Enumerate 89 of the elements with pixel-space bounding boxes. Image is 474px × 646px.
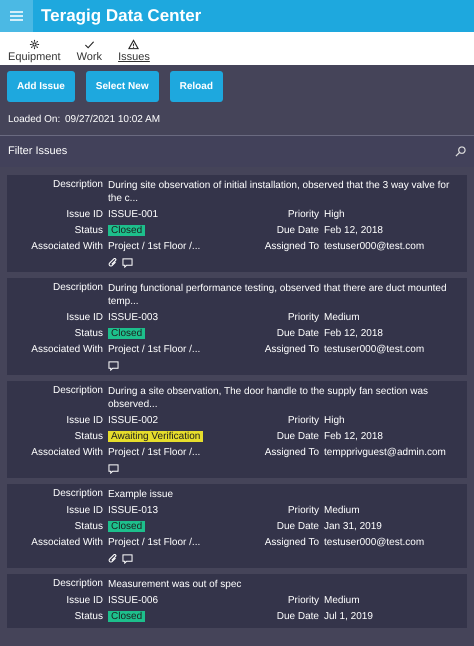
check-icon [84,39,95,50]
field-label: Status [74,520,103,534]
field-label: Associated With [30,240,103,254]
field-label: Issue ID [65,311,103,325]
field-value: Feb 12, 2018 [324,430,384,444]
field-value: testuser000@test.com [324,536,426,550]
field-value: Project / 1st Floor /... [108,446,202,460]
field-label: Status [74,610,103,624]
field-label: Description [52,384,103,398]
status-badge: Closed [108,328,146,339]
paperclip-icon [108,554,118,564]
issue-card[interactable] [7,381,467,478]
nav-tab[interactable]: Equipment [8,39,61,64]
field-value: High [324,414,346,428]
comment-icon [108,360,119,370]
field-value: ISSUE-003 [108,311,160,325]
issue-card[interactable]: Description Measurement was out of spec Issue ID ISSUE-006 Priority Medium Status Closed Due Date Jul 1, 2019 [7,574,467,628]
filter-input[interactable]: Filter Issues [8,143,455,160]
description-text: Measurement was out of spec [108,578,242,592]
field-value: Project / 1st Floor /... [108,240,202,254]
field-label: Associated With [30,446,103,460]
field-label: Description [52,178,103,192]
field-label: Issue ID [65,414,103,428]
field-value: High [324,208,346,222]
search-icon [455,146,466,157]
field-label: Priority [286,311,319,325]
field-label: Issue ID [65,594,103,608]
field-label: Assigned To [264,446,319,460]
field-value: Feb 12, 2018 [324,224,384,238]
field-value: tempprivguest@admin.com [324,446,447,460]
issue-card[interactable] [7,175,467,272]
field-label: Due Date [276,520,319,534]
field-value: ISSUE-013 [108,504,160,518]
field-label: Priority [286,504,319,518]
field-label: Due Date [276,224,319,238]
description-text: Example issue [108,488,174,502]
warning-icon [128,39,140,50]
field-label: Associated With [30,343,103,357]
comment-icon [122,258,133,268]
field-value: Medium [324,311,361,325]
field-value: Medium [324,594,361,608]
field-value: testuser000@test.com [324,240,426,254]
field-value: Project / 1st Floor /... [108,536,202,550]
description-text: During site observation of initial installation, observed that the 3 way valve for the c... [108,179,450,206]
field-value: ISSUE-001 [108,208,160,222]
field-value: Feb 12, 2018 [324,327,384,341]
paperclip-icon [108,258,118,268]
app-title: Teragig Data Center [41,5,202,28]
loaded-value: 09/27/2021 10:02 AM [65,113,160,127]
issue-card[interactable]: Description Example issue Issue ID ISSUE-013 Priority Medium Status Closed Due Date Jan 31, 2019 Associated With Project / 1st Floor /... Assigned To testuser000@test.com [7,484,467,568]
field-label: Associated With [30,536,103,550]
field-label: Issue ID [65,208,103,222]
status-badge: Awaiting Verification [108,431,204,442]
field-value: testuser000@test.com [324,343,426,357]
issue-card[interactable] [7,278,467,375]
field-value: Project / 1st Floor /... [108,343,202,357]
field-label: Priority [286,208,319,222]
field-label: Description [52,487,103,501]
description-text: During functional performance testing, observed that there are duct mounted temp... [108,282,448,309]
field-value: ISSUE-002 [108,414,160,428]
comment-icon [108,464,119,474]
field-label: Assigned To [264,240,319,254]
status-badge: Closed [108,611,146,622]
field-value: Jan 31, 2019 [324,520,383,534]
field-label: Assigned To [264,343,319,357]
comment-icon [122,554,133,564]
loaded-label: Loaded On: [8,113,62,127]
nav-tab[interactable]: Issues [118,39,150,64]
gear-icon [28,39,40,50]
field-label: Status [74,224,103,238]
field-label: Description [52,577,103,591]
field-label: Status [74,430,103,444]
field-label: Due Date [276,430,319,444]
field-label: Due Date [276,610,319,624]
field-label: Due Date [276,327,319,341]
field-value: ISSUE-006 [108,594,160,608]
field-value: Jul 1, 2019 [324,610,374,624]
description-text: During a site observation, The door handle to the supply fan section was observed... [108,385,430,412]
nav-tab[interactable]: Work [76,39,102,64]
field-label: Issue ID [65,504,103,518]
field-label: Priority [286,594,319,608]
field-label: Assigned To [264,536,319,550]
status-badge: Closed [108,225,146,236]
field-label: Status [74,327,103,341]
field-label: Priority [286,414,319,428]
field-value: Medium [324,504,361,518]
field-label: Description [52,281,103,295]
status-badge: Closed [108,521,146,532]
menu-icon [10,11,23,21]
